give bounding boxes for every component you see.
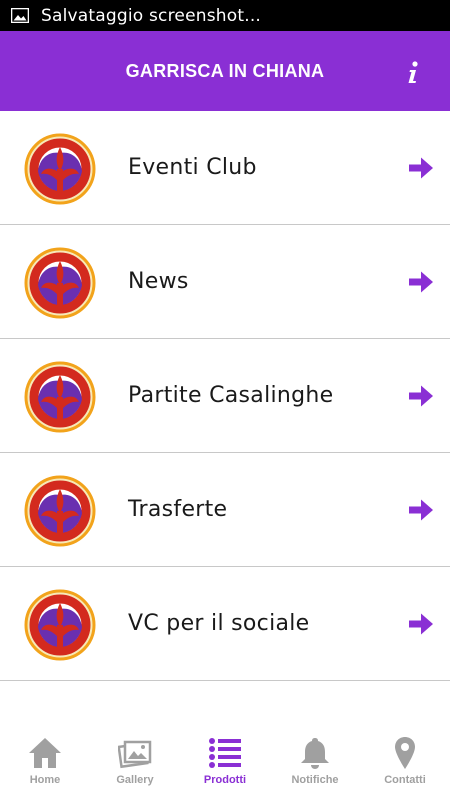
nav-item-gallery[interactable]: Gallery	[90, 728, 180, 800]
list-icon	[209, 738, 241, 768]
nav-item-contatti[interactable]: Contatti	[360, 728, 450, 800]
nav-label: Gallery	[116, 774, 154, 786]
gallery-icon	[118, 740, 152, 769]
arrow-right-icon	[409, 613, 433, 635]
club-logo	[24, 361, 96, 433]
nav-item-home[interactable]: Home	[0, 728, 90, 800]
menu-list: Eventi Club News Partite Casalinghe Tras…	[0, 111, 450, 681]
menu-item-eventi-club[interactable]: Eventi Club	[0, 111, 450, 225]
menu-item-vc-per-il-sociale[interactable]: VC per il sociale	[0, 567, 450, 681]
menu-item-label: Eventi Club	[128, 155, 257, 180]
page-title: GARRISCA IN CHIANA	[125, 61, 325, 81]
menu-item-label: Partite Casalinghe	[128, 383, 334, 408]
club-logo	[24, 247, 96, 319]
menu-item-label: News	[128, 269, 189, 294]
nav-label: Home	[29, 774, 61, 786]
nav-label: Notifiche	[291, 774, 339, 786]
club-logo	[24, 475, 96, 547]
menu-item-label: VC per il sociale	[128, 611, 310, 636]
nav-item-notifiche[interactable]: Notifiche	[270, 728, 360, 800]
arrow-right-icon	[409, 385, 433, 407]
menu-item-partite-casalinghe[interactable]: Partite Casalinghe	[0, 339, 450, 453]
menu-item-news[interactable]: News	[0, 225, 450, 339]
nav-label: Contatti	[384, 774, 426, 786]
arrow-right-icon	[409, 499, 433, 521]
arrow-right-icon	[409, 271, 433, 293]
location-pin-icon	[395, 737, 415, 769]
bell-icon	[301, 738, 329, 769]
status-bar: Salvataggio screenshot...	[0, 0, 450, 31]
menu-item-trasferte[interactable]: Trasferte	[0, 453, 450, 567]
status-notification-text: Salvataggio screenshot...	[41, 5, 262, 26]
image-notification-icon	[11, 8, 29, 23]
menu-item-label: Trasferte	[128, 497, 228, 522]
nav-item-prodotti[interactable]: Prodotti	[180, 728, 270, 800]
club-logo	[24, 133, 96, 205]
bottom-nav: Home Gallery Prodotti Notifiche Contatti	[0, 728, 450, 800]
info-button[interactable]	[402, 60, 424, 86]
home-icon	[29, 738, 61, 768]
info-icon	[408, 61, 418, 83]
arrow-right-icon	[409, 157, 433, 179]
nav-label: Prodotti	[203, 774, 247, 786]
club-logo	[24, 589, 96, 661]
app-header: GARRISCA IN CHIANA	[0, 31, 450, 111]
